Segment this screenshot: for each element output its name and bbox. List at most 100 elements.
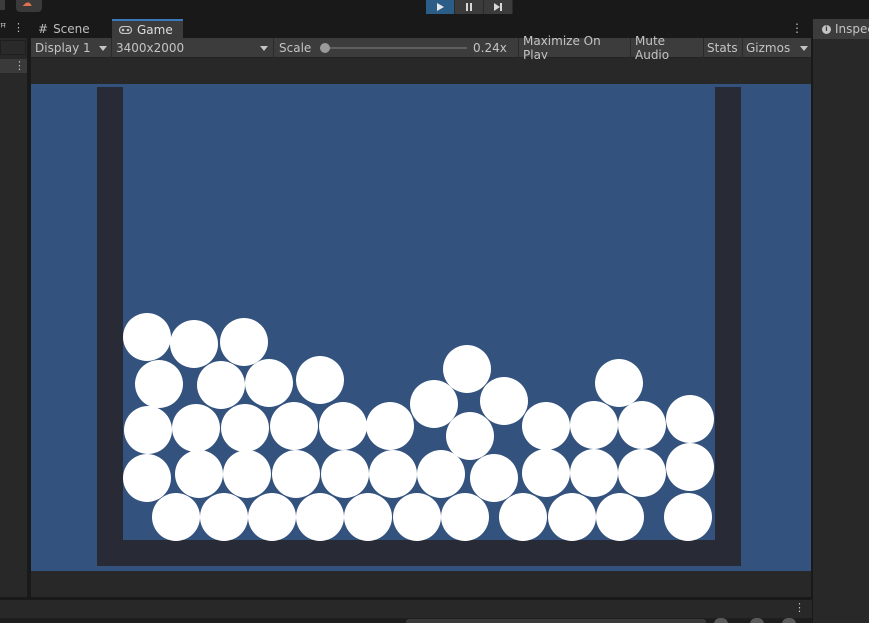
container-left-wall xyxy=(97,87,123,566)
pause-button[interactable] xyxy=(455,0,484,14)
kebab-menu-icon[interactable]: ⋮ xyxy=(13,21,24,34)
ball xyxy=(220,318,268,366)
ball xyxy=(441,493,489,541)
chevron-down-icon xyxy=(800,46,808,51)
ball xyxy=(393,493,441,541)
hierarchy-search-input[interactable] xyxy=(0,40,26,55)
game-window: # Scene Game ⋮ Display 1 3400x2000 Scale xyxy=(31,19,811,597)
ball xyxy=(410,380,458,428)
ball xyxy=(319,402,367,450)
kebab-menu-icon[interactable]: ⋮ xyxy=(791,21,803,35)
main-toolbar: ☁ xyxy=(0,0,869,14)
ball xyxy=(170,320,218,368)
scale-track[interactable] xyxy=(324,47,467,49)
ball xyxy=(245,359,293,407)
scale-slider[interactable]: Scale 0.24x xyxy=(273,38,517,58)
play-icon xyxy=(437,3,444,11)
ball xyxy=(123,313,171,361)
ball xyxy=(124,406,172,454)
ball xyxy=(296,493,344,541)
tab-game[interactable]: Game xyxy=(112,19,183,38)
collab-icon: ☁ xyxy=(22,0,32,9)
tab-scene-label: Scene xyxy=(53,21,90,36)
grid-icon: # xyxy=(38,21,49,36)
scale-value: 0.24x xyxy=(473,41,507,55)
bottom-panel: ⋮ xyxy=(0,599,812,623)
ball xyxy=(248,493,296,541)
stats-toggle[interactable]: Stats xyxy=(703,38,741,58)
ball xyxy=(480,377,528,425)
display-label: Display 1 xyxy=(35,41,91,55)
ball xyxy=(321,450,369,498)
ball xyxy=(470,454,518,502)
ball xyxy=(618,401,666,449)
step-icon xyxy=(494,3,502,11)
ball xyxy=(123,454,171,502)
stats-label: Stats xyxy=(707,41,738,55)
scale-label: Scale xyxy=(279,41,312,55)
gamepad-icon xyxy=(119,25,132,34)
chevron-down-icon xyxy=(99,46,107,51)
hierarchy-header: ꟸ ⋮ xyxy=(0,19,27,38)
kebab-menu-icon[interactable]: ⋮ xyxy=(794,601,805,614)
step-button[interactable] xyxy=(484,0,513,14)
kebab-menu-icon[interactable]: ⋮ xyxy=(14,59,25,72)
ball xyxy=(446,412,494,460)
ball xyxy=(272,450,320,498)
mute-audio-toggle[interactable]: Mute Audio xyxy=(630,34,702,62)
game-viewport[interactable] xyxy=(31,84,811,571)
ball xyxy=(570,401,618,449)
info-icon: i xyxy=(822,24,831,34)
ball xyxy=(175,450,223,498)
tab-scene[interactable]: # Scene xyxy=(31,19,111,38)
lock-icon[interactable]: ꟸ xyxy=(0,21,6,34)
console-error-toggle[interactable] xyxy=(782,618,796,623)
ball xyxy=(296,356,344,404)
mute-label: Mute Audio xyxy=(635,34,670,62)
scale-thumb[interactable] xyxy=(320,43,330,53)
ball xyxy=(270,402,318,450)
gizmos-label: Gizmos xyxy=(746,41,791,55)
ball xyxy=(666,443,714,491)
ball xyxy=(522,402,570,450)
ball xyxy=(135,360,183,408)
ball xyxy=(172,404,220,452)
ball xyxy=(369,450,417,498)
gizmos-dropdown[interactable]: Gizmos xyxy=(742,38,811,58)
container-right-wall xyxy=(715,87,741,566)
ball xyxy=(200,493,248,541)
ball xyxy=(499,493,547,541)
console-search-field[interactable] xyxy=(406,619,706,623)
ball xyxy=(152,493,200,541)
ball xyxy=(548,493,596,541)
ball xyxy=(443,345,491,393)
pause-icon xyxy=(466,3,472,11)
unity-editor: ☁ ꟸ ⋮ ⋮ # Scene Game ⋮ Display 1 3400x20… xyxy=(0,0,869,623)
tab-inspector[interactable]: i Inspector xyxy=(813,19,869,39)
ball xyxy=(223,450,271,498)
layout-handle[interactable] xyxy=(0,0,5,10)
ball xyxy=(618,449,666,497)
ball xyxy=(664,493,712,541)
console-info-toggle[interactable] xyxy=(714,618,728,623)
ball xyxy=(570,449,618,497)
console-warning-toggle[interactable] xyxy=(750,618,764,623)
game-view-controls: Display 1 3400x2000 Scale 0.24x Maximize… xyxy=(31,34,811,62)
ball xyxy=(522,449,570,497)
play-button[interactable] xyxy=(426,0,455,14)
collab-button[interactable]: ☁ xyxy=(16,0,42,12)
resolution-dropdown[interactable]: 3400x2000 xyxy=(111,38,272,58)
inspector-title: Inspector xyxy=(835,22,869,36)
tab-game-label: Game xyxy=(137,22,173,37)
game-scene xyxy=(97,87,741,566)
ball xyxy=(197,361,245,409)
maximize-on-play-toggle[interactable]: Maximize On Play xyxy=(518,34,629,62)
play-controls xyxy=(426,0,513,14)
maximize-label: Maximize On Play xyxy=(523,34,601,62)
chevron-down-icon xyxy=(260,46,268,51)
hierarchy-scene-row[interactable]: ⋮ xyxy=(0,59,27,73)
resolution-label: 3400x2000 xyxy=(116,41,185,55)
ball xyxy=(221,404,269,452)
display-dropdown[interactable]: Display 1 xyxy=(35,38,111,58)
ball xyxy=(666,395,714,443)
